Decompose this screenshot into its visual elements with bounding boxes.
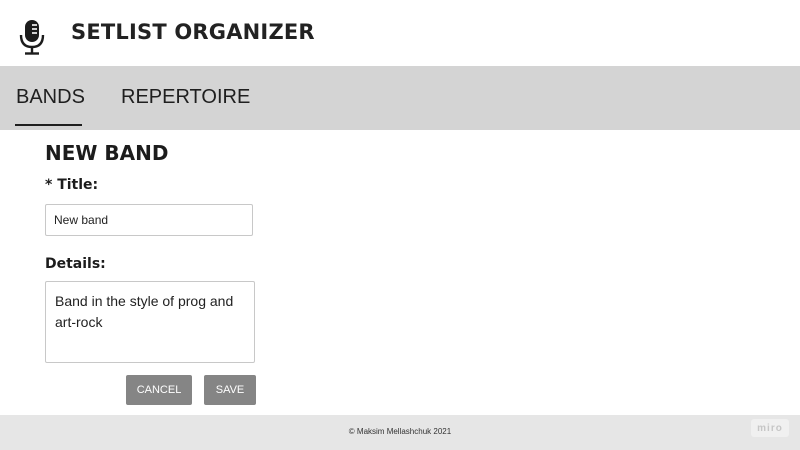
tab-repertoire[interactable]: REPERTOIRE [121,86,250,109]
details-label: Details: [45,256,106,272]
cancel-button[interactable]: CANCEL [126,375,192,405]
app-title: SETLIST ORGANIZER [71,20,315,44]
microphone-icon [19,20,45,55]
page-title: NEW BAND [45,141,169,165]
tab-bar: BANDS REPERTOIRE [0,66,800,130]
footer: © Maksim Mellashchuk 2021 miro [0,415,800,450]
copyright-text: © Maksim Mellashchuk 2021 [348,427,452,436]
active-tab-indicator [15,124,82,126]
tab-bands[interactable]: BANDS [16,86,85,109]
details-textarea[interactable]: Band in the style of prog and art-rock [45,281,255,363]
save-button[interactable]: SAVE [204,375,256,405]
app-header: SETLIST ORGANIZER [0,0,800,66]
title-label: * Title: [45,177,99,193]
miro-badge[interactable]: miro [751,419,789,437]
title-input[interactable]: New band [45,204,253,236]
